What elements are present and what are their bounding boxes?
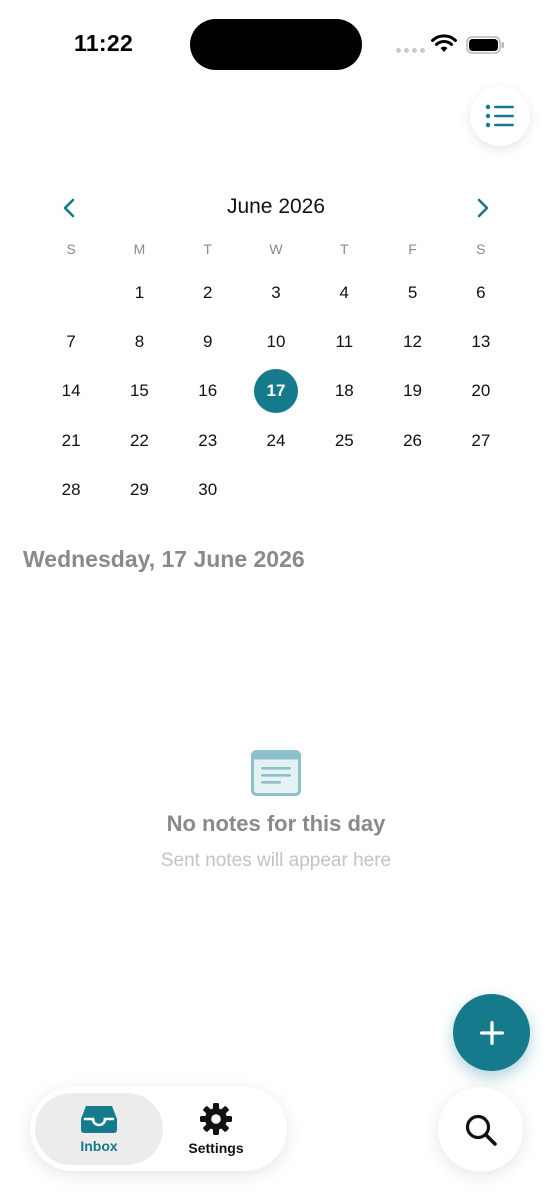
calendar-day-number: 10 — [266, 332, 286, 352]
tab-inbox-label: Inbox — [80, 1138, 118, 1154]
calendar-day[interactable]: 4 — [310, 268, 378, 317]
empty-state-subtitle: Sent notes will appear here — [160, 850, 392, 871]
calendar-day[interactable]: 3 — [242, 268, 310, 317]
calendar-day-number: 2 — [202, 282, 213, 302]
calendar-day-number: 12 — [403, 332, 423, 352]
calendar-day[interactable]: 20 — [447, 367, 515, 416]
status-time: 11:22 — [74, 30, 134, 56]
weekday-label: S — [476, 241, 486, 257]
calendar-day-number: 11 — [335, 332, 354, 352]
tab-settings-label: Settings — [188, 1140, 244, 1156]
calendar-day-number: 4 — [339, 282, 350, 302]
selected-date-label: Wednesday, 17 June 2026 — [23, 546, 305, 572]
calendar-day-number: 29 — [129, 480, 149, 500]
calendar-day[interactable]: 15 — [105, 367, 173, 416]
plus-icon — [479, 1020, 504, 1045]
weekday-label: W — [269, 241, 283, 257]
list-icon — [485, 104, 514, 128]
calendar-day[interactable]: 29 — [105, 466, 173, 515]
weekday-label: M — [133, 241, 146, 257]
calendar-day-number: 14 — [61, 381, 81, 401]
wifi-icon — [431, 34, 457, 52]
empty-state-title: No notes for this day — [166, 811, 386, 836]
calendar-day-number: 26 — [403, 430, 423, 450]
calendar-day-grid: 1 2 3 4 5 6 7 8 9 10 11 12 13 14 15 16 17 18 19 20 21 22 23 24 2… — [37, 268, 515, 515]
calendar-day[interactable]: 24 — [242, 416, 310, 465]
tab-settings[interactable]: Settings — [152, 1093, 280, 1165]
calendar-day[interactable]: 19 — [378, 367, 446, 416]
weekday-header-row: SMTWTFS — [37, 241, 515, 257]
calendar-day-number: 27 — [471, 430, 491, 450]
calendar-day-number: 19 — [403, 381, 423, 401]
calendar-day[interactable]: 6 — [447, 268, 515, 317]
calendar-day-number: 6 — [476, 282, 486, 302]
calendar-day-number: 1 — [134, 282, 145, 302]
calendar-day[interactable]: 13 — [447, 317, 515, 366]
calendar-day-number: 3 — [271, 282, 281, 302]
weekday-label: S — [66, 241, 76, 257]
calendar-day-number: 7 — [66, 332, 76, 352]
add-note-button[interactable] — [453, 994, 530, 1071]
calendar-blank-cell — [37, 268, 105, 317]
calendar-day[interactable]: 28 — [37, 466, 105, 515]
calendar-day[interactable]: 22 — [105, 416, 173, 465]
app-screen: 11:22 June 2026 S M T W T F S 1 2 3 4 5 … — [0, 0, 552, 1200]
calendar-day-number: 23 — [198, 430, 218, 450]
calendar-day[interactable]: 30 — [174, 466, 242, 515]
weekday-label: F — [408, 241, 417, 257]
calendar-day[interactable]: 25 — [310, 416, 378, 465]
calendar-day[interactable]: 26 — [378, 416, 446, 465]
calendar-day-number: 13 — [471, 332, 491, 352]
calendar-day-number: 16 — [198, 381, 218, 401]
tab-bar: Inbox Settings — [30, 1087, 287, 1171]
calendar-day[interactable]: 10 — [242, 317, 310, 366]
next-month-button[interactable] — [470, 194, 496, 222]
calendar-day-number: 15 — [129, 381, 149, 401]
inbox-tray-icon — [81, 1106, 117, 1133]
calendar-day[interactable]: 27 — [447, 416, 515, 465]
calendar-day-number: 30 — [198, 480, 218, 500]
calendar-day-number: 21 — [61, 430, 81, 450]
calendar-day-number: 20 — [471, 381, 491, 401]
calendar-day[interactable]: 23 — [174, 416, 242, 465]
calendar-day-number: 9 — [202, 332, 213, 352]
gear-icon — [200, 1103, 232, 1135]
cellular-signal-icon — [396, 48, 425, 53]
weekday-label: T — [203, 241, 212, 257]
calendar-day-number: 5 — [407, 282, 418, 302]
calendar-day[interactable]: 5 — [378, 268, 446, 317]
dynamic-island — [190, 19, 362, 70]
calendar-day[interactable]: 1 — [105, 268, 173, 317]
calendar-day[interactable]: 8 — [105, 317, 173, 366]
chevron-right-icon — [477, 198, 489, 218]
calendar-day[interactable]: 2 — [174, 268, 242, 317]
search-icon — [465, 1114, 497, 1146]
calendar-day[interactable]: 11 — [310, 317, 378, 366]
calendar-day-number: 24 — [266, 430, 286, 450]
calendar-day-number: 22 — [129, 430, 149, 450]
calendar-day[interactable]: 16 — [174, 367, 242, 416]
weekday-label: T — [340, 241, 349, 257]
calendar-day-number: 28 — [61, 480, 81, 500]
calendar-day[interactable]: 7 — [37, 317, 105, 366]
calendar-day[interactable]: 18 — [310, 367, 378, 416]
calendar-header: June 2026 — [0, 190, 552, 224]
calendar-day[interactable]: 14 — [37, 367, 105, 416]
battery-icon — [466, 36, 504, 54]
calendar-day-number: 8 — [134, 332, 145, 352]
note-card-icon — [251, 750, 301, 796]
calendar-day-number: 17 — [253, 369, 298, 414]
list-view-button[interactable] — [470, 86, 530, 146]
tab-inbox[interactable]: Inbox — [35, 1093, 163, 1165]
calendar-day[interactable]: 9 — [174, 317, 242, 366]
calendar-day-number: 25 — [334, 430, 354, 450]
calendar-day-selected[interactable]: 17 — [242, 367, 310, 416]
calendar-day-number: 18 — [334, 381, 354, 401]
search-button[interactable] — [438, 1087, 523, 1172]
calendar-day[interactable]: 12 — [378, 317, 446, 366]
calendar-day[interactable]: 21 — [37, 416, 105, 465]
